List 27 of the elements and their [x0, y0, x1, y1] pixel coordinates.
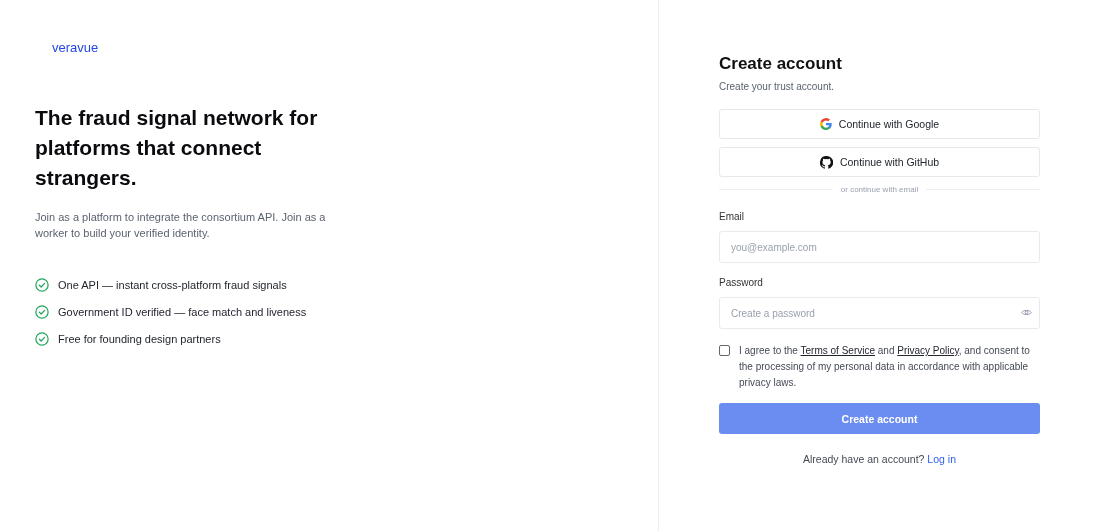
login-link[interactable]: Log in [927, 453, 956, 465]
consent-checkbox[interactable] [719, 345, 730, 356]
feature-text: Free for founding design partners [58, 332, 221, 345]
field-label: Email [719, 211, 745, 222]
description: Join as a platform to integrate the consortium API. Join as a worker to build your verified identity. [35, 210, 327, 241]
google-button[interactable]: Continue with Google [719, 109, 1040, 139]
eye-icon[interactable] [1021, 308, 1032, 317]
brand-logo[interactable]: veravue [52, 40, 99, 55]
github-button[interactable]: Continue with GitHub [719, 147, 1040, 177]
github-logo-icon [819, 155, 833, 169]
consent-text: I agree to the Terms of Service and Privacy Policy, and consent to the processing of my personal data in accordance with applicable privacy laws. [739, 344, 1031, 390]
headline: The fraud signal network for platforms that connect strangers. [35, 105, 319, 191]
check-circle-icon [35, 304, 49, 319]
feature-text: Government ID verified — face match and liveness [58, 305, 307, 318]
field-label: Password [719, 277, 764, 288]
divider-text: or continue with email [840, 185, 919, 194]
google-logo-icon [819, 118, 832, 130]
check-circle-icon [35, 331, 49, 346]
terms-link[interactable]: Terms of Service [800, 345, 875, 356]
privacy-link[interactable]: Privacy Policy [897, 345, 959, 356]
form-subtitle: Create your trust account. [719, 81, 836, 92]
feature-text: One API — instant cross-platform fraud signals [58, 278, 287, 291]
login-prompt: Already have an account? [803, 453, 925, 465]
form-title: Create account [719, 54, 843, 74]
check-circle-icon [35, 277, 49, 292]
password-field[interactable]: Create a password [719, 297, 1040, 329]
email-field[interactable]: you@example.com [719, 231, 1040, 263]
